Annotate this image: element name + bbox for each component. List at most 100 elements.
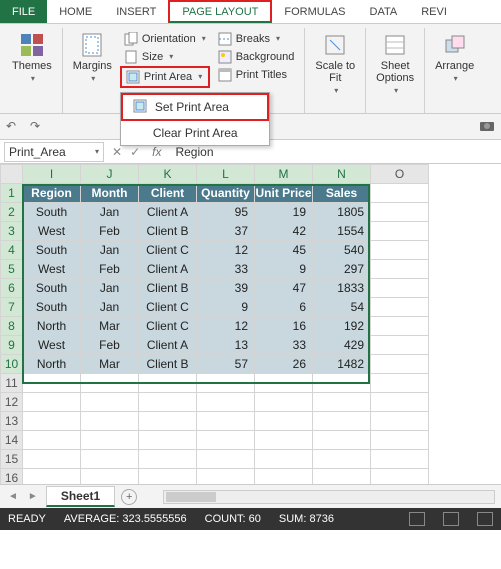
data-cell[interactable]: 95 [197, 203, 255, 222]
empty-cell[interactable] [197, 431, 255, 450]
empty-cell[interactable] [23, 374, 81, 393]
empty-cell[interactable] [371, 412, 429, 431]
empty-cell[interactable] [371, 336, 429, 355]
empty-cell[interactable] [313, 393, 371, 412]
scroll-thumb[interactable] [166, 492, 216, 502]
data-cell[interactable]: Client C [139, 298, 197, 317]
empty-cell[interactable] [197, 393, 255, 412]
row-header[interactable]: 9 [1, 336, 23, 355]
row-header[interactable]: 15 [1, 450, 23, 469]
data-cell[interactable]: Jan [81, 203, 139, 222]
column-header[interactable]: N [313, 165, 371, 184]
data-cell[interactable]: 192 [313, 317, 371, 336]
data-cell[interactable]: 12 [197, 241, 255, 260]
data-cell[interactable]: South [23, 203, 81, 222]
empty-cell[interactable] [371, 260, 429, 279]
empty-cell[interactable] [139, 469, 197, 485]
column-header[interactable]: L [197, 165, 255, 184]
themes-button[interactable]: Themes ▾ [8, 30, 56, 85]
data-cell[interactable]: West [23, 222, 81, 241]
data-cell[interactable]: 297 [313, 260, 371, 279]
tab-file[interactable]: FILE [0, 0, 47, 23]
data-cell[interactable]: West [23, 260, 81, 279]
data-cell[interactable]: Mar [81, 355, 139, 374]
empty-cell[interactable] [371, 222, 429, 241]
data-cell[interactable]: South [23, 241, 81, 260]
empty-cell[interactable] [139, 374, 197, 393]
select-all-corner[interactable] [1, 165, 23, 184]
empty-cell[interactable] [139, 450, 197, 469]
empty-cell[interactable] [81, 431, 139, 450]
row-header[interactable]: 16 [1, 469, 23, 485]
tab-data[interactable]: DATA [358, 0, 410, 23]
row-header[interactable]: 5 [1, 260, 23, 279]
empty-cell[interactable] [371, 355, 429, 374]
empty-cell[interactable] [81, 412, 139, 431]
row-header[interactable]: 14 [1, 431, 23, 450]
empty-cell[interactable] [371, 298, 429, 317]
data-cell[interactable]: Client A [139, 260, 197, 279]
formula-input[interactable]: Region [169, 145, 501, 159]
sheet-nav-next[interactable]: ► [26, 491, 40, 502]
header-cell[interactable]: Unit Price [255, 184, 313, 203]
row-header[interactable]: 4 [1, 241, 23, 260]
set-print-area-item[interactable]: Set Print Area [121, 93, 269, 121]
data-cell[interactable]: 54 [313, 298, 371, 317]
empty-cell[interactable] [371, 241, 429, 260]
column-header[interactable]: M [255, 165, 313, 184]
row-header[interactable]: 6 [1, 279, 23, 298]
data-cell[interactable]: 19 [255, 203, 313, 222]
tab-formulas[interactable]: FORMULAS [272, 0, 357, 23]
data-cell[interactable]: 37 [197, 222, 255, 241]
data-cell[interactable]: 6 [255, 298, 313, 317]
data-cell[interactable]: 26 [255, 355, 313, 374]
data-cell[interactable]: 1833 [313, 279, 371, 298]
name-box[interactable]: Print_Area▾ [4, 142, 104, 162]
data-cell[interactable]: 1805 [313, 203, 371, 222]
data-cell[interactable]: Feb [81, 336, 139, 355]
arrange-button[interactable]: Arrange▾ [431, 30, 478, 85]
size-button[interactable]: Size▾ [120, 48, 210, 66]
camera-icon[interactable] [479, 119, 495, 135]
header-cell[interactable]: Quantity [197, 184, 255, 203]
data-cell[interactable]: Feb [81, 260, 139, 279]
empty-cell[interactable] [81, 469, 139, 485]
sheet-nav-prev[interactable]: ◄ [6, 491, 20, 502]
empty-cell[interactable] [313, 412, 371, 431]
fx-icon[interactable]: fx [144, 145, 169, 159]
data-cell[interactable]: 9 [197, 298, 255, 317]
empty-cell[interactable] [255, 469, 313, 485]
data-cell[interactable]: Client C [139, 317, 197, 336]
redo-icon[interactable]: ↷ [30, 119, 46, 135]
enter-icon[interactable]: ✓ [126, 145, 144, 159]
data-cell[interactable]: South [23, 279, 81, 298]
data-cell[interactable]: 12 [197, 317, 255, 336]
data-cell[interactable]: 42 [255, 222, 313, 241]
row-header[interactable]: 12 [1, 393, 23, 412]
print-titles-button[interactable]: Print Titles [214, 66, 299, 84]
empty-cell[interactable] [197, 412, 255, 431]
tab-page-layout[interactable]: PAGE LAYOUT [168, 0, 272, 23]
empty-cell[interactable] [139, 412, 197, 431]
empty-cell[interactable] [255, 374, 313, 393]
empty-cell[interactable] [313, 431, 371, 450]
data-cell[interactable]: 9 [255, 260, 313, 279]
empty-cell[interactable] [139, 393, 197, 412]
data-cell[interactable]: 16 [255, 317, 313, 336]
data-cell[interactable]: 45 [255, 241, 313, 260]
empty-cell[interactable] [197, 374, 255, 393]
empty-cell[interactable] [255, 412, 313, 431]
empty-cell[interactable] [23, 412, 81, 431]
row-header[interactable]: 13 [1, 412, 23, 431]
tab-home[interactable]: HOME [47, 0, 104, 23]
empty-cell[interactable] [255, 431, 313, 450]
orientation-button[interactable]: Orientation▾ [120, 30, 210, 48]
data-cell[interactable]: North [23, 317, 81, 336]
tab-insert[interactable]: INSERT [104, 0, 168, 23]
header-cell[interactable]: Region [23, 184, 81, 203]
data-cell[interactable]: Client B [139, 355, 197, 374]
scale-to-fit-button[interactable]: Scale to Fit▾ [311, 30, 359, 97]
empty-cell[interactable] [313, 469, 371, 485]
margins-button[interactable]: Margins ▾ [69, 30, 116, 88]
data-cell[interactable]: 540 [313, 241, 371, 260]
